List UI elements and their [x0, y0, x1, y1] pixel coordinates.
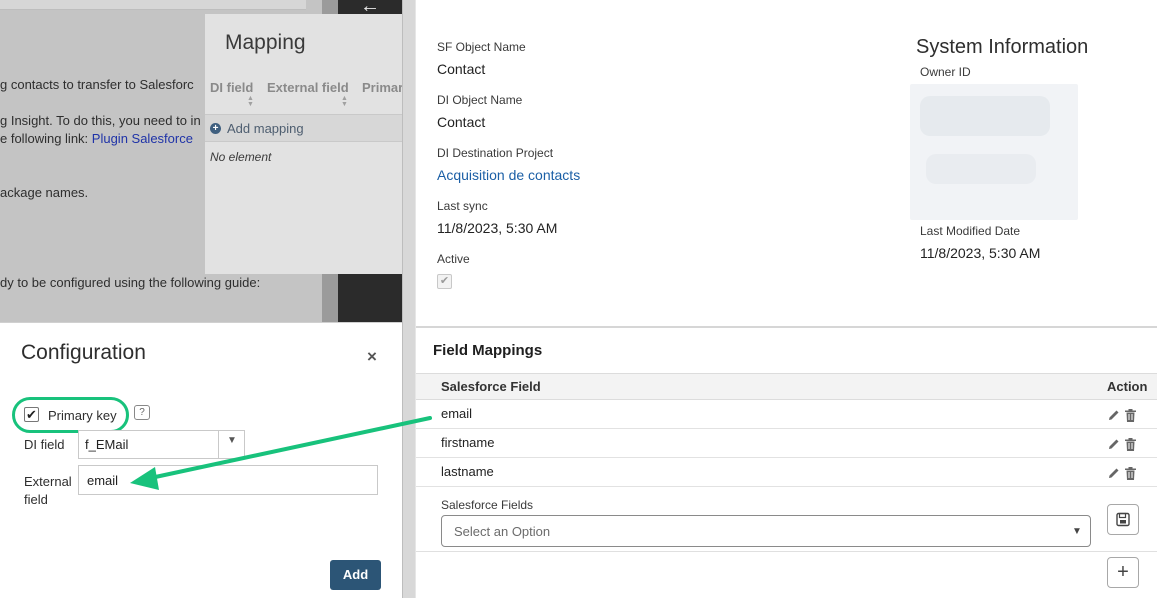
di-field-value: f_EMail	[85, 437, 129, 452]
column-action: Action	[1107, 379, 1148, 394]
trash-icon[interactable]	[1125, 467, 1136, 480]
redacted-block	[926, 154, 1036, 184]
pencil-icon[interactable]	[1108, 438, 1120, 450]
di-destination-project-link[interactable]: Acquisition de contacts	[437, 167, 580, 183]
sf-object-name-label: SF Object Name	[437, 40, 526, 54]
pencil-icon[interactable]	[1108, 467, 1120, 479]
background-line: ackage names.	[0, 185, 89, 200]
background-line: g Insight. To do this, you need to in	[0, 113, 201, 128]
table-row: lastname	[416, 458, 1157, 487]
salesforce-fields-label: Salesforce Fields	[441, 498, 534, 512]
section-divider	[416, 551, 1157, 552]
help-icon[interactable]: ?	[134, 405, 150, 420]
last-modified-label: Last Modified Date	[920, 224, 1021, 238]
background-line: e following link: Plugin Salesforce	[0, 131, 193, 146]
table-row: firstname	[416, 429, 1157, 458]
mapping-column-headers: DI field ▲ ▼ External field ▲ ▼ Primar	[205, 78, 404, 114]
last-modified-value: 11/8/2023, 5:30 AM	[920, 245, 1041, 261]
save-button[interactable]	[1107, 504, 1139, 535]
configuration-dialog: Configuration × ✔ Primary key ? DI field…	[0, 322, 404, 598]
add-button[interactable]: Add	[330, 560, 381, 590]
di-object-name-label: DI Object Name	[437, 93, 523, 107]
dialog-title: Configuration	[21, 341, 146, 364]
di-object-name-value: Contact	[437, 114, 486, 130]
add-mapping-label: Add mapping	[227, 121, 304, 136]
column-di-field[interactable]: DI field	[210, 80, 253, 95]
sort-icon[interactable]: ▲ ▼	[247, 95, 254, 108]
select-placeholder: Select an Option	[454, 524, 551, 539]
trash-icon[interactable]	[1125, 438, 1136, 451]
field-mappings-header: Salesforce Field Action	[416, 373, 1157, 400]
right-pane: SF Object Name Contact DI Object Name Co…	[416, 0, 1157, 598]
chevron-down-icon: ▼	[227, 435, 237, 446]
background-line: dy to be configured using the following …	[0, 275, 261, 290]
left-pane: g contacts to transfer to Salesforc g In…	[0, 0, 404, 598]
owner-id-label: Owner ID	[920, 65, 971, 79]
mapping-title: Mapping	[225, 31, 306, 54]
table-row: email	[416, 400, 1157, 429]
trash-icon[interactable]	[1125, 409, 1136, 422]
add-field-mapping-button[interactable]: +	[1107, 557, 1139, 588]
pane-divider[interactable]	[402, 0, 416, 598]
owner-id-redacted	[910, 84, 1078, 220]
sort-icon[interactable]: ▲ ▼	[341, 95, 348, 108]
column-external-field[interactable]: External field	[267, 80, 349, 95]
di-field-label: DI field	[24, 437, 65, 452]
primary-key-label: Primary key	[48, 408, 117, 423]
active-checkbox: ✔	[437, 274, 452, 289]
active-label: Active	[437, 252, 470, 266]
record-details: SF Object Name Contact DI Object Name Co…	[416, 0, 1157, 326]
salesforce-field-name: firstname	[441, 435, 495, 450]
section-divider	[416, 326, 1157, 328]
background-line: g contacts to transfer to Salesforc	[0, 77, 194, 92]
redacted-block	[920, 96, 1050, 136]
save-icon	[1116, 512, 1130, 527]
external-field-label: External field	[24, 474, 72, 507]
empty-state-text: No element	[210, 150, 272, 164]
mapping-panel: Mapping DI field ▲ ▼ External field ▲ ▼ Pr…	[205, 14, 404, 274]
chevron-down-icon: ▼	[1072, 526, 1082, 537]
last-sync-value: 11/8/2023, 5:30 AM	[437, 220, 558, 236]
salesforce-fields-select[interactable]: Select an Option ▼	[441, 515, 1091, 547]
column-primary[interactable]: Primar	[362, 80, 403, 95]
salesforce-field-name: lastname	[441, 464, 494, 479]
di-field-select[interactable]: f_EMail ▼	[78, 430, 245, 459]
background-topbar	[0, 0, 306, 10]
primary-key-checkbox[interactable]: ✔	[24, 407, 39, 422]
close-icon[interactable]: ×	[367, 347, 377, 367]
pencil-icon[interactable]	[1108, 409, 1120, 421]
external-field-value: email	[87, 473, 119, 488]
add-mapping-button[interactable]: + Add mapping	[205, 114, 404, 142]
sf-object-name-value: Contact	[437, 61, 486, 77]
plus-circle-icon: +	[210, 123, 221, 134]
select-divider	[218, 431, 219, 458]
system-information-title: System Information	[916, 36, 1089, 58]
external-field-input[interactable]: email	[78, 465, 378, 495]
field-mappings-title: Field Mappings	[433, 342, 543, 359]
plugin-salesforce-link[interactable]: Plugin Salesforce	[92, 131, 193, 146]
di-destination-project-label: DI Destination Project	[437, 146, 554, 160]
last-sync-label: Last sync	[437, 199, 488, 213]
column-salesforce-field: Salesforce Field	[441, 379, 541, 394]
app-root: g contacts to transfer to Salesforc g In…	[0, 0, 1157, 598]
salesforce-field-name: email	[441, 406, 473, 421]
